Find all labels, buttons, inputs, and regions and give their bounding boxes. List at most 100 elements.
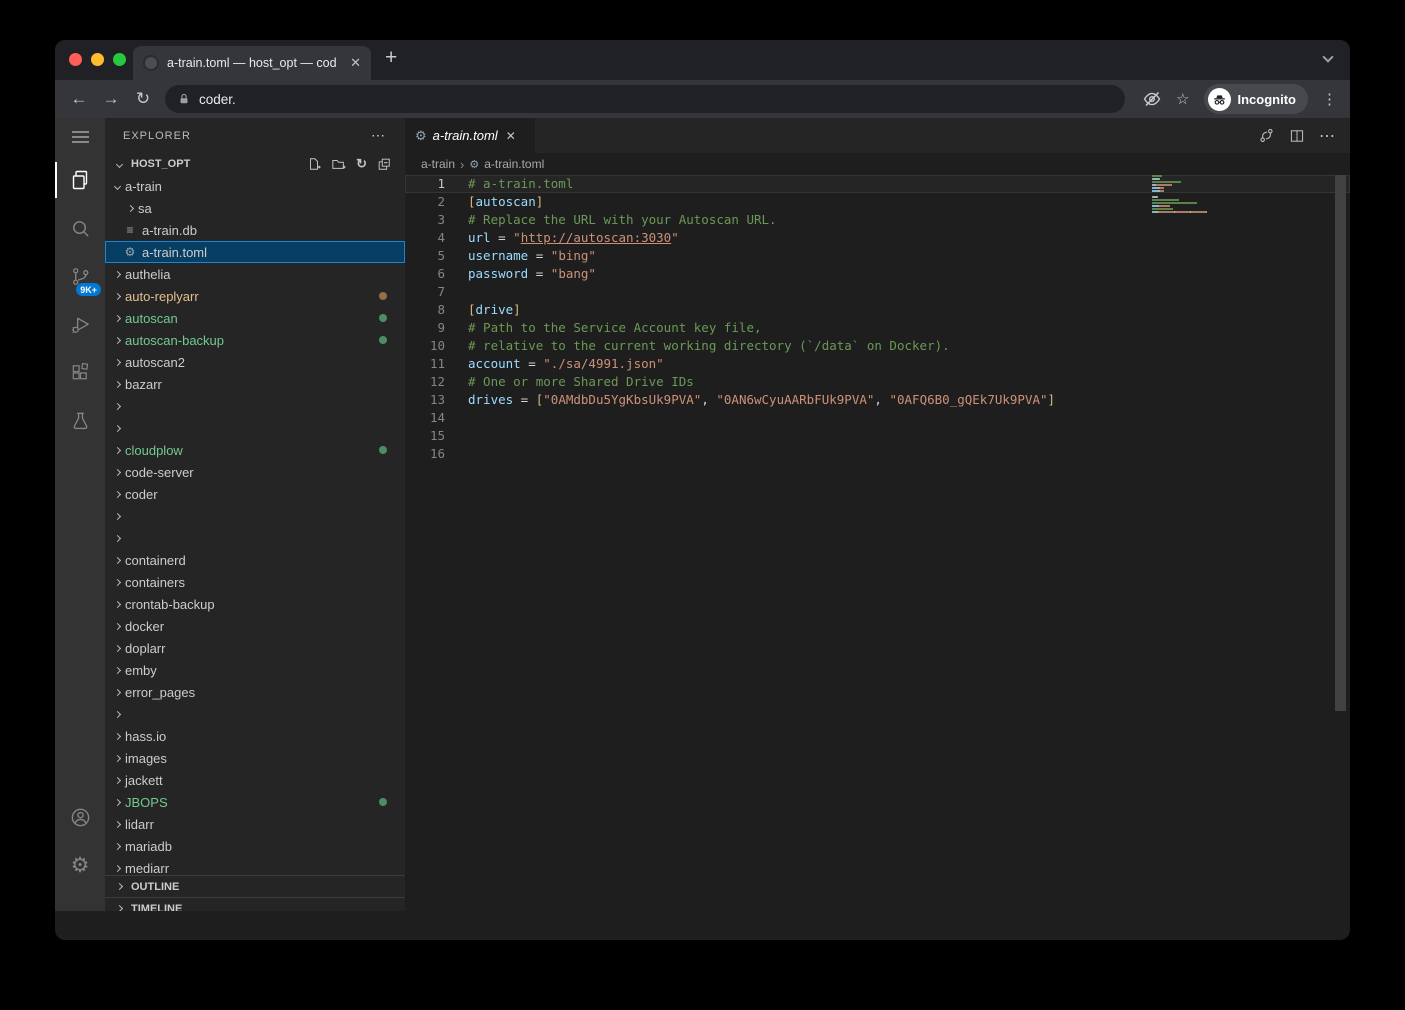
file-tree: a-trainsa≡a-train.db⚙a-train.tomlautheli… [105, 175, 405, 875]
tree-item-cloudplow[interactable]: cloudplow [105, 439, 405, 461]
explorer-icon[interactable] [55, 156, 105, 204]
tree-item-images[interactable]: images [105, 747, 405, 769]
code-line-15[interactable]: 15 [405, 427, 1350, 445]
code-line-16[interactable]: 16 [405, 445, 1350, 463]
minimap[interactable] [1152, 175, 1232, 223]
code-line-6[interactable]: 6password = "bang" [405, 265, 1350, 283]
code-line-9[interactable]: 9# Path to the Service Account key file, [405, 319, 1350, 337]
editor-more-actions-icon[interactable]: ⋯ [1319, 126, 1336, 146]
new-tab-button[interactable]: + [385, 46, 397, 70]
tree-item-a-train[interactable]: a-train [105, 175, 405, 197]
collapse-all-icon[interactable] [377, 157, 391, 171]
tree-item-mariadb[interactable]: mariadb [105, 835, 405, 857]
workspace-section-header[interactable]: HOST_OPT ↻ [105, 153, 405, 175]
editor-tab-close-icon[interactable]: ✕ [506, 129, 516, 143]
chevron-right-icon [109, 866, 125, 871]
tree-item-label: docker [125, 619, 164, 634]
eye-blocked-icon[interactable] [1142, 89, 1162, 109]
timeline-label: TIMELINE [131, 903, 182, 912]
code-line-7[interactable]: 7 [405, 283, 1350, 301]
tree-item-coder[interactable]: coder [105, 483, 405, 505]
extensions-icon[interactable] [55, 348, 105, 396]
breadcrumb-file[interactable]: a-train.toml [484, 157, 544, 171]
line-number: 11 [405, 355, 445, 373]
account-icon[interactable] [55, 793, 105, 841]
tree-item-docker[interactable]: docker [105, 615, 405, 637]
tree-item-authelia[interactable]: authelia [105, 263, 405, 285]
new-folder-icon[interactable] [331, 157, 346, 171]
chevron-right-icon [109, 668, 125, 673]
url-bar[interactable]: coder. [165, 85, 1125, 113]
tree-item-label: code-server [125, 465, 194, 480]
tree-item-blank[interactable] [105, 417, 405, 439]
code-line-12[interactable]: 12# One or more Shared Drive IDs [405, 373, 1350, 391]
editor-scrollbar[interactable] [1335, 175, 1346, 711]
tree-item-JBOPS[interactable]: JBOPS [105, 791, 405, 813]
testing-flask-icon[interactable] [55, 396, 105, 444]
tree-item-lidarr[interactable]: lidarr [105, 813, 405, 835]
breadcrumb-folder[interactable]: a-train [421, 157, 455, 171]
tree-item-a-train.toml[interactable]: ⚙a-train.toml [105, 241, 405, 263]
tree-item-doplarr[interactable]: doplarr [105, 637, 405, 659]
line-number: 7 [405, 283, 445, 301]
editor-tab-bar: ⚙ a-train.toml ✕ [405, 118, 1350, 153]
tree-item-hass.io[interactable]: hass.io [105, 725, 405, 747]
code-line-5[interactable]: 5username = "bing" [405, 247, 1350, 265]
tree-item-label: error_pages [125, 685, 195, 700]
close-button[interactable] [69, 53, 82, 66]
chevron-right-icon [109, 690, 125, 695]
chevron-right-icon [109, 514, 125, 519]
tree-item-label: autoscan-backup [125, 333, 224, 348]
tree-item-blank[interactable] [105, 395, 405, 417]
code-line-13[interactable]: 13drives = ["0AMdbDu5YgKbsUk9PVA", "0AN6… [405, 391, 1350, 409]
tree-item-containers[interactable]: containers [105, 571, 405, 593]
code-line-10[interactable]: 10# relative to the current working dire… [405, 337, 1350, 355]
tree-item-code-server[interactable]: code-server [105, 461, 405, 483]
timeline-section-header[interactable]: TIMELINE [105, 897, 405, 911]
forward-button[interactable]: → [95, 89, 127, 109]
tree-item-autoscan2[interactable]: autoscan2 [105, 351, 405, 373]
settings-gear-icon[interactable]: ⚙ [55, 841, 105, 889]
open-changes-icon[interactable] [1258, 127, 1275, 144]
refresh-icon[interactable]: ↻ [356, 156, 367, 172]
source-control-icon[interactable]: 9K+ [55, 252, 105, 300]
split-editor-icon[interactable] [1289, 128, 1305, 144]
tab-list-chevron-icon[interactable] [1322, 51, 1333, 62]
tree-item-bazarr[interactable]: bazarr [105, 373, 405, 395]
back-button[interactable]: ← [63, 89, 95, 109]
explorer-more-icon[interactable]: ⋯ [371, 127, 387, 144]
new-file-icon[interactable] [307, 157, 321, 171]
tree-item-blank[interactable] [105, 527, 405, 549]
run-debug-icon[interactable] [55, 300, 105, 348]
tree-item-containerd[interactable]: containerd [105, 549, 405, 571]
search-icon[interactable] [55, 204, 105, 252]
tab-close-icon[interactable]: ✕ [350, 55, 361, 71]
tree-item-auto-replyarr[interactable]: auto-replyarr [105, 285, 405, 307]
bookmark-star-icon[interactable]: ☆ [1176, 90, 1189, 108]
minimize-button[interactable] [91, 53, 104, 66]
tree-item-crontab-backup[interactable]: crontab-backup [105, 593, 405, 615]
tree-item-error_pages[interactable]: error_pages [105, 681, 405, 703]
tree-item-sa[interactable]: sa [105, 197, 405, 219]
editor-tab[interactable]: ⚙ a-train.toml ✕ [405, 118, 535, 153]
code-line-14[interactable]: 14 [405, 409, 1350, 427]
settings-file-icon: ⚙ [122, 245, 138, 259]
zoom-button[interactable] [113, 53, 126, 66]
code-line-4[interactable]: 4url = "http://autoscan:3030" [405, 229, 1350, 247]
tree-item-emby[interactable]: emby [105, 659, 405, 681]
line-number: 13 [405, 391, 445, 409]
reload-button[interactable]: ↻ [127, 89, 159, 109]
browser-menu-icon[interactable]: ⋮ [1322, 90, 1338, 108]
tree-item-blank[interactable] [105, 505, 405, 527]
tree-item-a-train.db[interactable]: ≡a-train.db [105, 219, 405, 241]
code-line-11[interactable]: 11account = "./sa/4991.json" [405, 355, 1350, 373]
tree-item-blank[interactable] [105, 703, 405, 725]
browser-tab[interactable]: a-train.toml — host_opt — cod ✕ [133, 46, 371, 80]
tree-item-jackett[interactable]: jackett [105, 769, 405, 791]
outline-section-header[interactable]: OUTLINE [105, 875, 405, 897]
tree-item-autoscan-backup[interactable]: autoscan-backup [105, 329, 405, 351]
tree-item-autoscan[interactable]: autoscan [105, 307, 405, 329]
tree-item-mediarr[interactable]: mediarr [105, 857, 405, 875]
code-line-8[interactable]: 8[drive] [405, 301, 1350, 319]
menu-hamburger-icon[interactable] [55, 118, 105, 156]
